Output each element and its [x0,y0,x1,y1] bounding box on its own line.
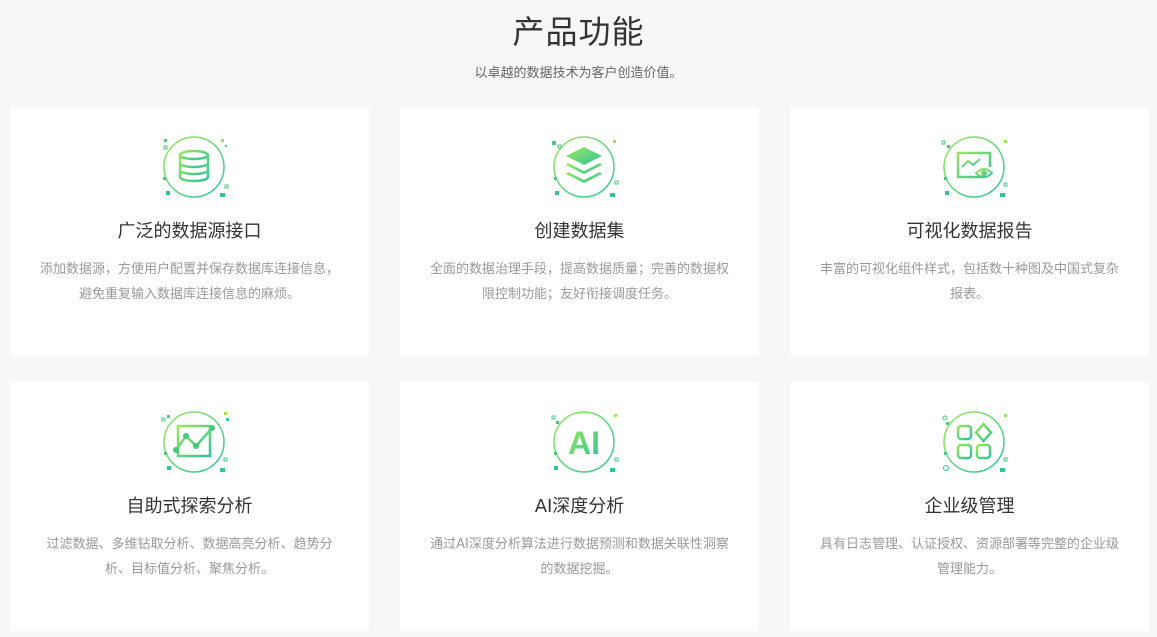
card-title: AI深度分析 [534,496,625,517]
feature-card-visual-report[interactable]: 可视化数据报告 丰富的可视化组件样式，包括数十种图及中国式复杂报表。 [790,107,1149,356]
card-title: 自助式探索分析 [126,496,253,517]
layers-icon [544,133,624,203]
ai-icon: AI [544,408,624,478]
section-subtitle: 以卓越的数据技术为客户创造价值。 [474,66,683,81]
database-icon [154,133,234,203]
feature-card-enterprise-management[interactable]: 企业级管理 具有日志管理、认证授权、资源部署等完整的企业级管理能力。 [790,382,1149,631]
card-description: 通过AI深度分析算法进行数据预测和数据关联性洞察的数据挖掘。 [430,537,729,577]
ai-icon-text: AI [568,425,600,461]
feature-card-grid: 广泛的数据源接口 添加数据源，方便用户配置并保存数据库连接信息，避免重复输入数据… [10,107,1149,631]
card-description: 添加数据源，方便用户配置并保存数据库连接信息，避免重复输入数据库连接信息的麻烦。 [39,262,339,302]
feature-card-self-service[interactable]: 自助式探索分析 过滤数据、多维钻取分析、数据高亮分析、趋势分析、目标值分析、聚焦… [10,382,369,631]
chart-eye-icon [934,133,1014,203]
card-description: 过滤数据、多维钻取分析、数据高亮分析、趋势分析、目标值分析、聚焦分析。 [46,537,333,577]
feature-card-dataset[interactable]: 创建数据集 全面的数据治理手段，提高数据质量；完善的数据权限控制功能；友好衔接调… [400,107,759,356]
feature-card-ai-analysis[interactable]: AI AI深度分析 通过AI深度分析算法进行数据预测和数据关联性洞察的数据挖掘。 [400,382,759,631]
card-description: 全面的数据治理手段，提高数据质量；完善的数据权限控制功能；友好衔接调度任务。 [429,262,729,302]
card-description: 丰富的可视化组件样式，包括数十种图及中国式复杂报表。 [819,262,1119,302]
apps-grid-icon [934,408,1014,478]
feature-card-data-source[interactable]: 广泛的数据源接口 添加数据源，方便用户配置并保存数据库连接信息，避免重复输入数据… [10,107,369,356]
section-title: 产品功能 [512,13,645,51]
card-title: 创建数据集 [534,221,625,242]
card-title: 广泛的数据源接口 [117,221,262,242]
line-chart-icon [154,408,234,478]
product-features-section: 产品功能 以卓越的数据技术为客户创造价值。 广泛的数据源接口 添加数据源，方便用… [0,0,1157,637]
card-title: 企业级管理 [924,496,1015,517]
card-title: 可视化数据报告 [906,221,1033,242]
card-description: 具有日志管理、认证授权、资源部署等完整的企业级管理能力。 [819,537,1119,577]
